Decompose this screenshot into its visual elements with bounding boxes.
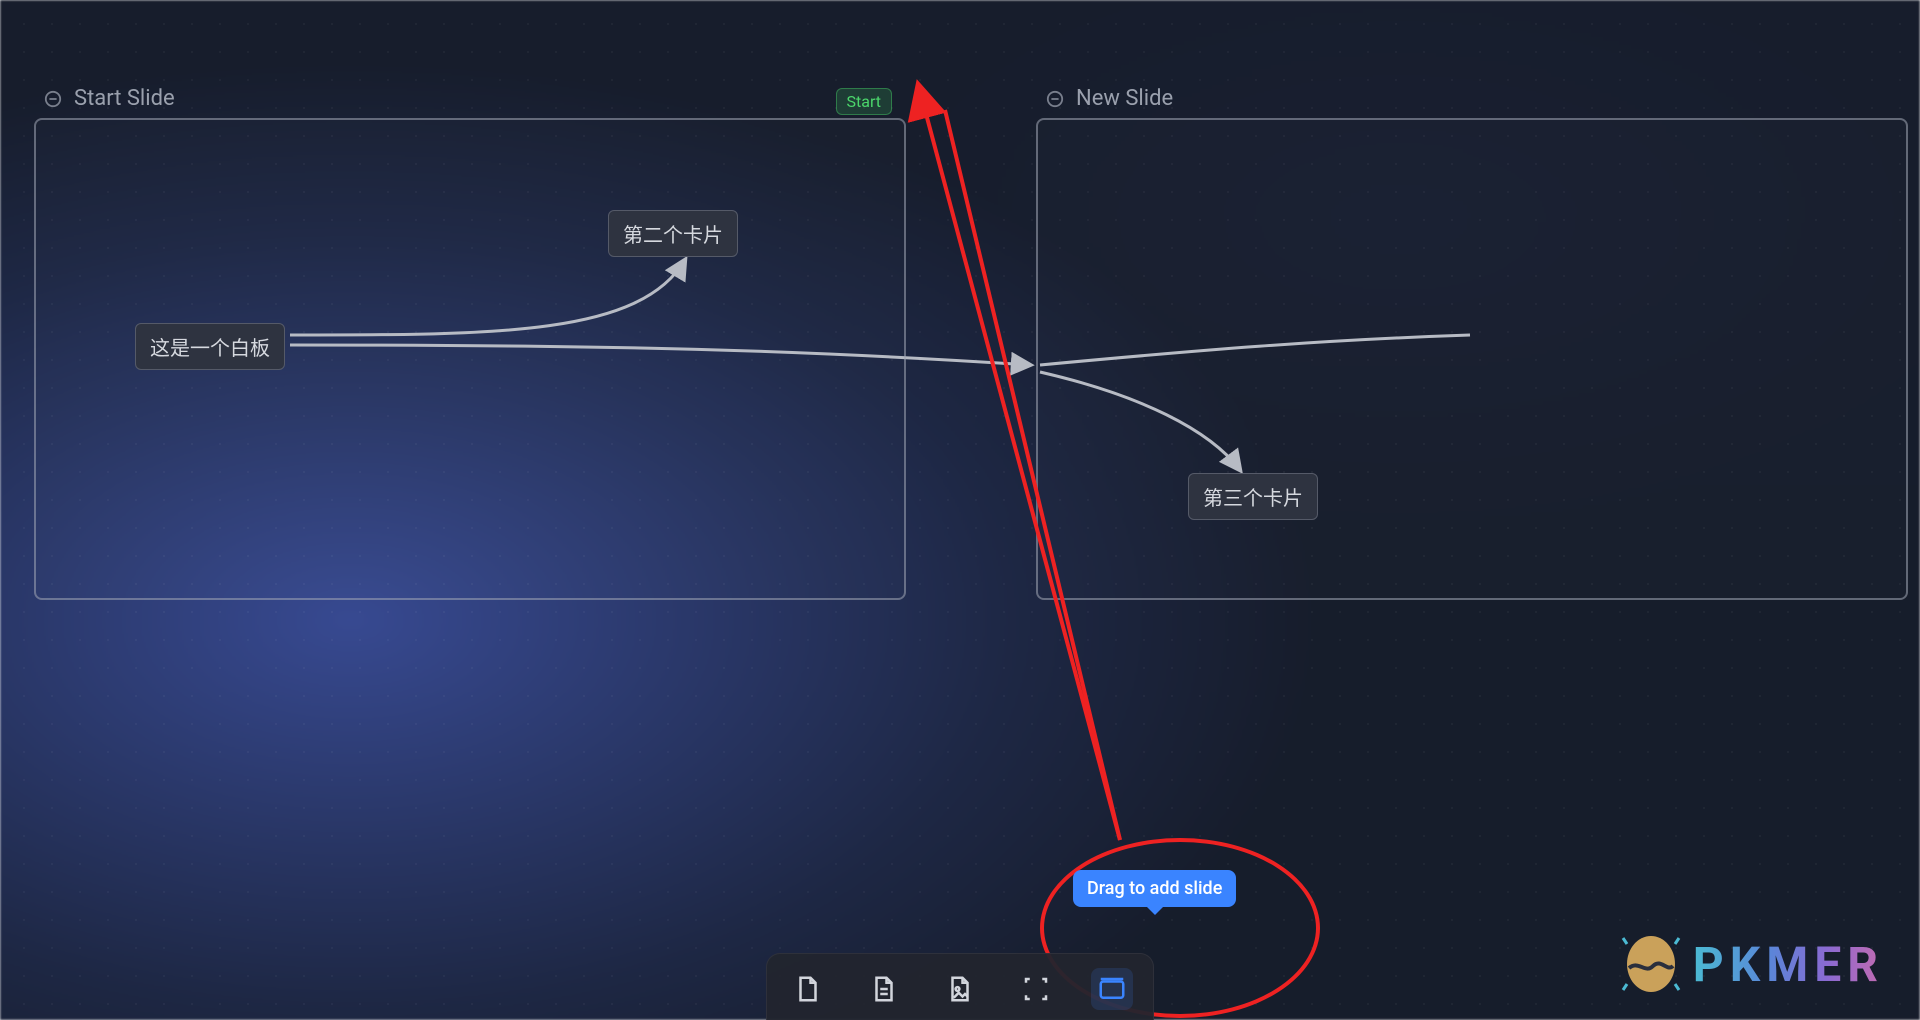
slide-title: Start Slide bbox=[74, 86, 175, 111]
file-icon bbox=[793, 974, 823, 1004]
tool-blank-card[interactable] bbox=[787, 968, 829, 1010]
slide-frame-new[interactable]: New Slide bbox=[1036, 118, 1908, 600]
file-text-icon bbox=[869, 974, 899, 1004]
tool-image-card[interactable] bbox=[939, 968, 981, 1010]
image-icon bbox=[945, 974, 975, 1004]
card-third[interactable]: 第三个卡片 bbox=[1188, 473, 1318, 520]
slide-header-new: New Slide bbox=[1046, 86, 1173, 111]
group-icon bbox=[1021, 974, 1051, 1004]
card-second[interactable]: 第二个卡片 bbox=[608, 210, 738, 257]
slide-header-start: Start Slide bbox=[44, 86, 175, 111]
pkmer-logo-icon bbox=[1621, 934, 1681, 994]
tool-add-slide[interactable] bbox=[1091, 968, 1133, 1010]
canvas-toolbar bbox=[766, 953, 1154, 1020]
watermark: PKMER bbox=[1621, 934, 1884, 994]
canvas-stage[interactable]: Start Slide Start New Slide 这是一个白板 第二个卡片… bbox=[0, 0, 1920, 1020]
tool-group[interactable] bbox=[1015, 968, 1057, 1010]
watermark-text: PKMER bbox=[1693, 936, 1884, 993]
collapse-icon[interactable] bbox=[44, 90, 62, 108]
start-badge: Start bbox=[836, 88, 892, 115]
card-whiteboard[interactable]: 这是一个白板 bbox=[135, 323, 285, 370]
slide-icon bbox=[1095, 974, 1129, 1004]
slide-title: New Slide bbox=[1076, 86, 1173, 111]
tooltip-add-slide: Drag to add slide bbox=[1073, 870, 1236, 907]
tool-note-card[interactable] bbox=[863, 968, 905, 1010]
collapse-icon[interactable] bbox=[1046, 90, 1064, 108]
